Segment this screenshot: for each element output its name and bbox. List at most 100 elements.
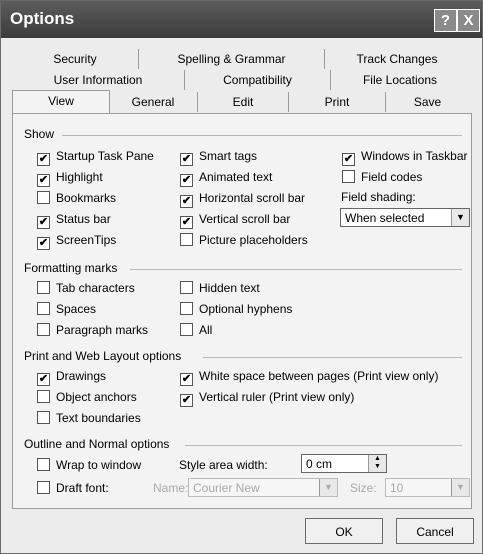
checkbox-vertical-scroll-bar[interactable]: ✔ Vertical scroll bar bbox=[180, 212, 290, 229]
checkbox-box[interactable]: ✔ bbox=[180, 195, 193, 208]
formatting-marks-heading: Formatting marks bbox=[24, 261, 118, 275]
checkbox-tab-characters[interactable]: Tab characters bbox=[37, 281, 135, 295]
checkbox-picture-placeholders[interactable]: Picture placeholders bbox=[180, 233, 308, 247]
checkbox-label: Picture placeholders bbox=[199, 233, 308, 247]
tab-general[interactable]: General bbox=[109, 92, 198, 112]
close-button[interactable]: X bbox=[457, 9, 480, 32]
checkbox-box[interactable]: ✔ bbox=[342, 153, 355, 166]
checkbox-box[interactable] bbox=[37, 191, 50, 204]
tab-view[interactable]: View bbox=[12, 90, 110, 114]
checkbox-spaces[interactable]: Spaces bbox=[37, 302, 96, 316]
checkbox-screentips[interactable]: ✔ ScreenTips bbox=[37, 233, 116, 250]
tab-compatibility[interactable]: Compatibility bbox=[185, 70, 331, 90]
font-name-select[interactable]: Courier New ▼ bbox=[188, 478, 338, 497]
tab-track-changes[interactable]: Track Changes bbox=[325, 49, 469, 69]
font-name-value: Courier New bbox=[193, 481, 260, 495]
tab-edit[interactable]: Edit bbox=[198, 92, 289, 112]
checkbox-label: Paragraph marks bbox=[56, 323, 149, 337]
checkbox-box[interactable]: ✔ bbox=[180, 373, 193, 386]
checkbox-label: Highlight bbox=[56, 170, 103, 184]
checkbox-box[interactable]: ✔ bbox=[180, 174, 193, 187]
divider bbox=[130, 269, 462, 270]
checkbox-label: Hidden text bbox=[199, 281, 260, 295]
checkbox-bookmarks[interactable]: Bookmarks bbox=[37, 191, 116, 205]
chevron-down-icon[interactable]: ▼ bbox=[451, 209, 469, 226]
checkbox-object-anchors[interactable]: Object anchors bbox=[37, 390, 137, 404]
checkbox-box[interactable] bbox=[37, 323, 50, 336]
chevron-down-icon[interactable]: ▼ bbox=[319, 479, 337, 496]
checkbox-label: Wrap to window bbox=[56, 458, 142, 472]
checkbox-box[interactable]: ✔ bbox=[37, 153, 50, 166]
tab-print[interactable]: Print bbox=[289, 92, 386, 112]
checkbox-label: All bbox=[199, 323, 213, 337]
checkbox-box[interactable]: ✔ bbox=[37, 216, 50, 229]
checkbox-box[interactable] bbox=[37, 458, 50, 471]
checkbox-label: Bookmarks bbox=[56, 191, 117, 205]
checkbox-status-bar[interactable]: ✔ Status bar bbox=[37, 212, 111, 229]
spinner-arrows-icon[interactable]: ▲ ▼ bbox=[368, 455, 386, 472]
checkbox-drawings[interactable]: ✔ Drawings bbox=[37, 369, 106, 386]
field-shading-select[interactable]: When selected ▼ bbox=[340, 208, 470, 227]
chevron-down-icon[interactable]: ▼ bbox=[451, 479, 469, 496]
tab-save[interactable]: Save bbox=[386, 92, 469, 112]
tab-file-locations[interactable]: File Locations bbox=[331, 70, 469, 90]
checkbox-horizontal-scroll-bar[interactable]: ✔ Horizontal scroll bar bbox=[180, 191, 305, 208]
checkbox-box[interactable] bbox=[37, 281, 50, 294]
view-tab-panel: Show ✔ Startup Task Pane ✔ Highlight Bookm… bbox=[12, 113, 472, 509]
checkbox-label: Spaces bbox=[56, 302, 97, 316]
checkbox-white-space-between-pages[interactable]: ✔ White space between pages (Print view o… bbox=[180, 369, 438, 386]
checkbox-box[interactable] bbox=[180, 302, 193, 315]
style-area-width-spinner[interactable]: 0 cm ▲ ▼ bbox=[301, 454, 387, 473]
checkbox-label: Status bar bbox=[56, 212, 111, 226]
checkbox-box[interactable]: ✔ bbox=[37, 373, 50, 386]
checkbox-wrap-to-window[interactable]: Wrap to window bbox=[37, 458, 141, 472]
tab-user-information[interactable]: User Information bbox=[12, 70, 185, 90]
checkbox-box[interactable] bbox=[342, 170, 355, 183]
font-name-label: Name: bbox=[153, 481, 189, 495]
style-area-width-value: 0 cm bbox=[306, 457, 333, 471]
help-button[interactable]: ? bbox=[434, 9, 457, 32]
font-size-value: 10 bbox=[390, 481, 404, 495]
checkbox-box[interactable]: ✔ bbox=[37, 237, 50, 250]
checkbox-highlight[interactable]: ✔ Highlight bbox=[37, 170, 103, 187]
checkbox-field-codes[interactable]: Field codes bbox=[342, 170, 422, 184]
show-heading: Show bbox=[24, 127, 55, 141]
checkbox-optional-hyphens[interactable]: Optional hyphens bbox=[180, 302, 292, 316]
font-size-select[interactable]: 10 ▼ bbox=[385, 478, 470, 497]
title-bar[interactable]: Options ? X bbox=[1, 1, 482, 38]
checkbox-box[interactable] bbox=[37, 411, 50, 424]
checkbox-box[interactable]: ✔ bbox=[37, 174, 50, 187]
checkbox-box[interactable]: ✔ bbox=[180, 216, 193, 229]
style-area-width-label: Style area width: bbox=[179, 458, 268, 472]
tab-spelling-grammar[interactable]: Spelling & Grammar bbox=[139, 49, 325, 69]
checkbox-box[interactable] bbox=[37, 390, 50, 403]
checkbox-box[interactable] bbox=[180, 281, 193, 294]
cancel-button[interactable]: Cancel bbox=[396, 518, 474, 544]
options-dialog: Options ? X Security Spelling & Grammar … bbox=[0, 0, 483, 554]
checkbox-vertical-ruler[interactable]: ✔ Vertical ruler (Print view only) bbox=[180, 390, 354, 407]
divider bbox=[203, 357, 462, 358]
checkbox-label: Field codes bbox=[361, 170, 423, 184]
dialog-title: Options bbox=[10, 9, 75, 28]
checkbox-smart-tags[interactable]: ✔ Smart tags bbox=[180, 149, 257, 166]
tab-security[interactable]: Security bbox=[12, 49, 139, 69]
checkbox-windows-in-taskbar[interactable]: ✔ Windows in Taskbar bbox=[342, 149, 468, 166]
checkbox-startup-task-pane[interactable]: ✔ Startup Task Pane bbox=[37, 149, 154, 166]
checkbox-box[interactable] bbox=[180, 233, 193, 246]
checkbox-box[interactable]: ✔ bbox=[180, 153, 193, 166]
checkbox-label: Drawings bbox=[56, 369, 107, 383]
checkbox-hidden-text[interactable]: Hidden text bbox=[180, 281, 260, 295]
outline-normal-heading: Outline and Normal options bbox=[24, 437, 170, 451]
checkbox-all[interactable]: All bbox=[180, 323, 212, 337]
checkbox-box[interactable] bbox=[37, 481, 50, 494]
checkbox-animated-text[interactable]: ✔ Animated text bbox=[180, 170, 272, 187]
checkbox-box[interactable] bbox=[37, 302, 50, 315]
checkbox-box[interactable]: ✔ bbox=[180, 394, 193, 407]
checkbox-box[interactable] bbox=[180, 323, 193, 336]
checkbox-label: Tab characters bbox=[56, 281, 135, 295]
checkbox-paragraph-marks[interactable]: Paragraph marks bbox=[37, 323, 148, 337]
checkbox-label: White space between pages (Print view on… bbox=[199, 369, 439, 383]
ok-button[interactable]: OK bbox=[305, 518, 383, 544]
checkbox-draft-font[interactable]: Draft font: bbox=[37, 481, 109, 495]
checkbox-text-boundaries[interactable]: Text boundaries bbox=[37, 411, 141, 425]
